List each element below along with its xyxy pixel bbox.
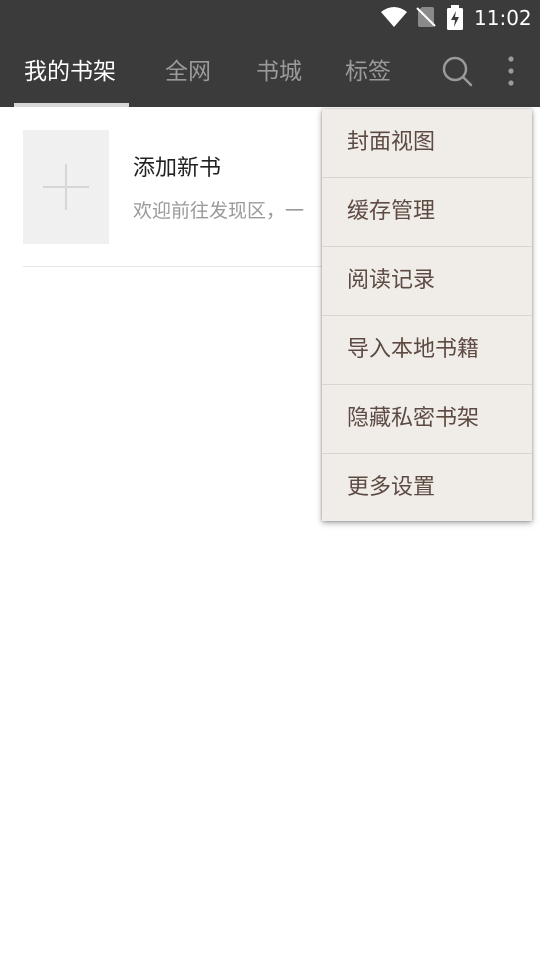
menu-item-cover-view[interactable]: 封面视图: [322, 109, 532, 178]
more-vert-icon[interactable]: [494, 52, 528, 90]
menu-item-hide-private-shelf[interactable]: 隐藏私密书架: [322, 385, 532, 454]
search-icon[interactable]: [438, 52, 476, 90]
tab-tags[interactable]: 标签: [345, 36, 391, 107]
wifi-icon: [381, 7, 407, 27]
status-time: 11:02: [474, 6, 532, 30]
book-cover-placeholder[interactable]: [23, 130, 109, 244]
add-book-title: 添加新书: [133, 156, 222, 181]
menu-item-cache-management[interactable]: 缓存管理: [322, 178, 532, 247]
tab-bookstore[interactable]: 书城: [256, 36, 302, 107]
add-book-description: 欢迎前往发现区，一: [133, 200, 305, 222]
tab-indicator: [14, 103, 129, 107]
battery-charging-icon: [447, 5, 463, 30]
app-bar: 我的书架 全网 书城 标签: [0, 36, 540, 107]
overflow-menu: 封面视图 缓存管理 阅读记录 导入本地书籍 隐藏私密书架 更多设置: [322, 109, 532, 521]
status-bar: 11:02: [0, 0, 540, 36]
tab-my-bookshelf[interactable]: 我的书架: [24, 36, 116, 107]
menu-item-reading-history[interactable]: 阅读记录: [322, 247, 532, 316]
no-sim-icon: [416, 7, 436, 27]
tab-all-web[interactable]: 全网: [165, 36, 211, 107]
menu-item-more-settings[interactable]: 更多设置: [322, 454, 532, 522]
plus-icon: [43, 164, 89, 210]
menu-item-import-local-books[interactable]: 导入本地书籍: [322, 316, 532, 385]
